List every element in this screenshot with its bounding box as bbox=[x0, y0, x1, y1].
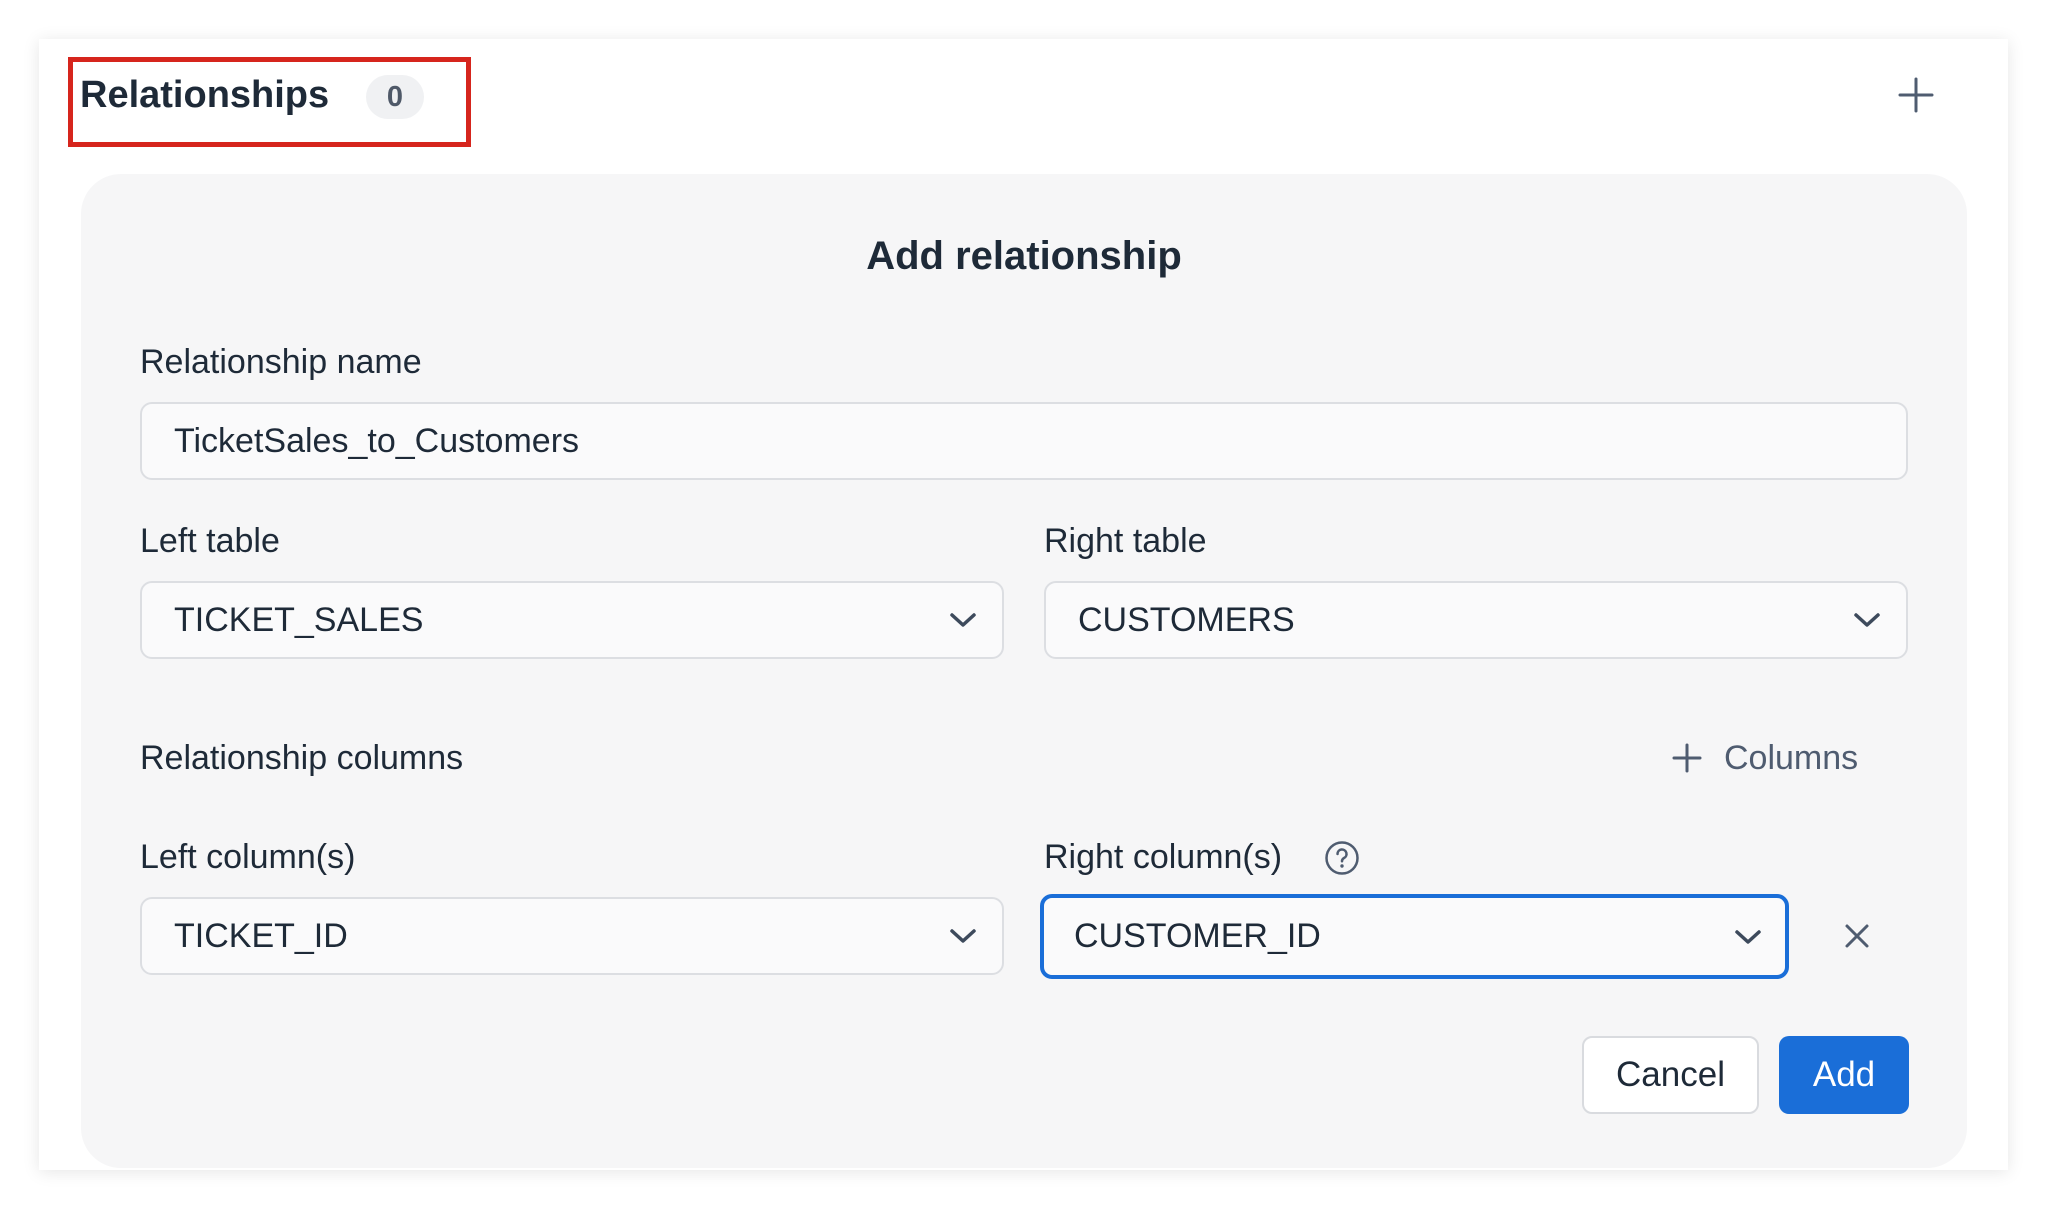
relationship-name-label: Relationship name bbox=[140, 343, 422, 381]
right-columns-select[interactable]: CUSTOMER_ID bbox=[1040, 894, 1789, 979]
highlight-annotation bbox=[68, 57, 471, 147]
plus-icon bbox=[1672, 743, 1702, 773]
relationship-name-input[interactable]: TicketSales_to_Customers bbox=[140, 402, 1908, 480]
add-relationship-plus-icon[interactable] bbox=[1897, 76, 1935, 114]
relationship-columns-label: Relationship columns bbox=[140, 739, 464, 777]
add-relationship-heading: Add relationship bbox=[866, 234, 1182, 278]
chevron-down-icon bbox=[950, 613, 976, 627]
remove-column-close-icon[interactable] bbox=[1843, 922, 1871, 950]
left-table-select[interactable]: TICKET_SALES bbox=[140, 581, 1004, 659]
add-relationship-panel bbox=[81, 174, 1967, 1168]
add-columns-label: Columns bbox=[1724, 738, 1859, 777]
cancel-button[interactable]: Cancel bbox=[1582, 1036, 1759, 1114]
left-table-label: Left table bbox=[140, 522, 280, 560]
left-columns-value: TICKET_ID bbox=[174, 916, 348, 955]
add-button[interactable]: Add bbox=[1779, 1036, 1909, 1114]
right-table-select[interactable]: CUSTOMERS bbox=[1044, 581, 1908, 659]
right-columns-value: CUSTOMER_ID bbox=[1074, 917, 1321, 955]
chevron-down-icon bbox=[1735, 929, 1761, 944]
add-columns-button[interactable]: Columns bbox=[1672, 736, 1858, 780]
relationship-name-value: TicketSales_to_Customers bbox=[174, 421, 580, 460]
right-columns-label: Right column(s) bbox=[1044, 838, 1283, 876]
right-table-value: CUSTOMERS bbox=[1078, 600, 1295, 639]
chevron-down-icon bbox=[950, 929, 976, 943]
left-columns-select[interactable]: TICKET_ID bbox=[140, 897, 1004, 975]
chevron-down-icon bbox=[1854, 613, 1880, 627]
left-columns-label: Left column(s) bbox=[140, 838, 356, 876]
question-circle-icon[interactable] bbox=[1324, 840, 1360, 876]
right-table-label: Right table bbox=[1044, 522, 1207, 560]
left-table-value: TICKET_SALES bbox=[174, 600, 424, 639]
